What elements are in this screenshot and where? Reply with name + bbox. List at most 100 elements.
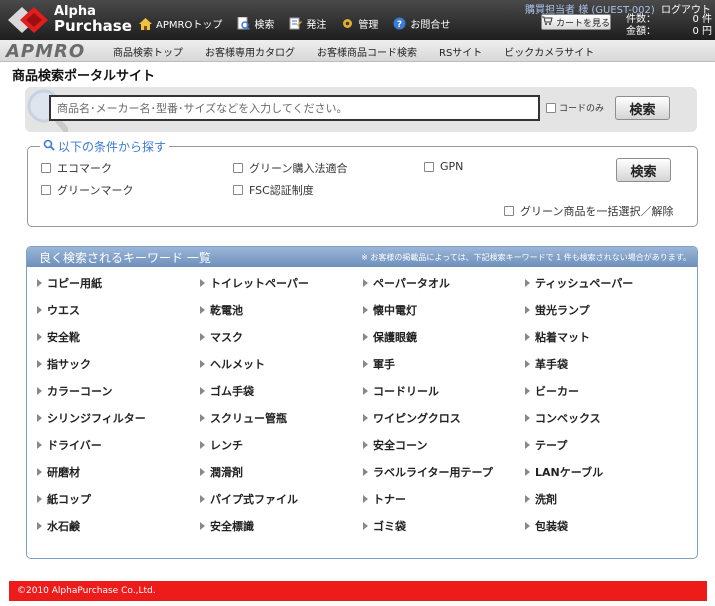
keyword-link[interactable]: スクリュー管瓶 xyxy=(200,410,287,426)
keyword-link[interactable]: 安全靴 xyxy=(37,329,80,345)
triangle-right-icon xyxy=(363,333,368,341)
condition-gpn[interactable]: GPN xyxy=(424,160,463,173)
subnav-customer-code-search[interactable]: お客様商品コード検索 xyxy=(317,44,417,59)
keyword-link[interactable]: トナー xyxy=(363,491,406,507)
logo-mark-icon xyxy=(8,7,48,33)
keyword-link[interactable]: 安全コーン xyxy=(363,437,427,453)
keyword-label: カラーコーン xyxy=(47,385,113,398)
triangle-right-icon xyxy=(525,495,530,503)
search-button[interactable]: 検索 xyxy=(615,96,670,120)
keyword-label: ウエス xyxy=(47,304,80,317)
code-only-checkbox[interactable]: コードのみ xyxy=(546,101,604,114)
keyword-label: 蛍光ランプ xyxy=(535,304,590,317)
keyword-link[interactable]: 革手袋 xyxy=(525,356,568,372)
keyword-link[interactable]: 蛍光ランプ xyxy=(525,302,590,318)
keyword-link[interactable]: 軍手 xyxy=(363,356,395,372)
triangle-right-icon xyxy=(37,414,42,422)
search-input[interactable] xyxy=(49,95,540,121)
keyword-link[interactable]: シリンジフィルター xyxy=(37,410,146,426)
green-select-all[interactable]: グリーン商品を一括選択／解除 xyxy=(504,203,673,219)
keyword-link[interactable]: ゴム手袋 xyxy=(200,383,254,399)
keyword-link[interactable]: ゴミ袋 xyxy=(363,518,406,534)
triangle-right-icon xyxy=(37,306,42,314)
keyword-link[interactable]: 洗剤 xyxy=(525,491,557,507)
cart-count: 0 件 xyxy=(692,14,712,25)
logo-line2: Purchase xyxy=(54,17,132,35)
keyword-link[interactable]: 紙コップ xyxy=(37,491,91,507)
gpn-checkbox[interactable] xyxy=(424,161,434,172)
keyword-link[interactable]: コピー用紙 xyxy=(37,275,102,291)
condition-ecomark[interactable]: エコマーク xyxy=(41,160,112,176)
subnav-rs-site[interactable]: RSサイト xyxy=(439,44,482,59)
keyword-link[interactable]: 粘着マット xyxy=(525,329,590,345)
cart-summary: 件数： 0 件 金額： 0 円 xyxy=(626,14,712,37)
nav-contact[interactable]: ? お問合せ xyxy=(392,16,450,31)
condition-fsc[interactable]: FSC認証制度 xyxy=(233,182,314,198)
keyword-link[interactable]: テープ xyxy=(525,437,567,453)
subnav-product-search-top[interactable]: 商品検索トップ xyxy=(113,44,183,59)
svg-text:?: ? xyxy=(397,20,402,30)
green-select-all-checkbox[interactable] xyxy=(504,206,514,216)
keyword-link[interactable]: 水石鹸 xyxy=(37,518,80,534)
conditions-search-button[interactable]: 検索 xyxy=(616,158,671,182)
triangle-right-icon xyxy=(37,441,42,449)
nav-apmro-top[interactable]: APMROトップ xyxy=(138,16,222,31)
subnav-customer-catalog[interactable]: お客様専用カタログ xyxy=(205,44,295,59)
keyword-link[interactable]: カラーコーン xyxy=(37,383,112,399)
triangle-right-icon xyxy=(363,387,368,395)
condition-greenmark[interactable]: グリーンマーク xyxy=(41,182,133,198)
cart-icon xyxy=(542,16,553,28)
keyword-link[interactable]: ペーパータオル xyxy=(363,275,450,291)
triangle-right-icon xyxy=(37,495,42,503)
keyword-link[interactable]: 懐中電灯 xyxy=(363,302,417,318)
keyword-link[interactable]: 包装袋 xyxy=(525,518,568,534)
keyword-label: スクリュー管瓶 xyxy=(210,412,287,425)
keyword-link[interactable]: LANケーブル xyxy=(525,464,603,480)
code-only-check-box[interactable] xyxy=(546,102,556,113)
nav-order[interactable]: 発注 xyxy=(288,16,326,31)
home-icon xyxy=(138,17,152,31)
keyword-link[interactable]: マスク xyxy=(200,329,243,345)
keyword-link[interactable]: ビーカー xyxy=(525,383,579,399)
triangle-right-icon xyxy=(200,306,205,314)
keyword-label: 安全靴 xyxy=(47,331,80,344)
keyword-label: 革手袋 xyxy=(535,358,568,371)
keyword-link[interactable]: ワイピングクロス xyxy=(363,410,461,426)
keyword-link[interactable]: 指サック xyxy=(37,356,91,372)
green-purchase-law-checkbox[interactable] xyxy=(233,163,243,173)
triangle-right-icon xyxy=(525,468,530,476)
keyword-link[interactable]: パイプ式ファイル xyxy=(200,491,298,507)
nav-manage[interactable]: 管理 xyxy=(340,16,378,31)
keyword-label: 懐中電灯 xyxy=(373,304,417,317)
keyword-label: ゴム手袋 xyxy=(210,385,254,398)
keyword-label: レンチ xyxy=(210,439,243,452)
keyword-link[interactable]: ヘルメット xyxy=(200,356,265,372)
subnav-biccamera-site[interactable]: ビックカメラサイト xyxy=(504,44,594,59)
keyword-link[interactable]: コンベックス xyxy=(525,410,601,426)
keyword-link[interactable]: ラベルライター用テープ xyxy=(363,464,493,480)
keyword-link[interactable]: レンチ xyxy=(200,437,243,453)
triangle-right-icon xyxy=(37,468,42,476)
keyword-link[interactable]: 研磨材 xyxy=(37,464,80,480)
keyword-link[interactable]: 保護眼鏡 xyxy=(363,329,417,345)
keyword-link[interactable]: ティッシュペーパー xyxy=(525,275,633,291)
keyword-link[interactable]: ドライバー xyxy=(37,437,102,453)
nav-search[interactable]: 検索 xyxy=(236,16,274,31)
keyword-label: コンベックス xyxy=(535,412,601,425)
greenmark-checkbox[interactable] xyxy=(41,185,51,195)
keyword-link[interactable]: 安全標識 xyxy=(200,518,254,534)
keyword-link[interactable]: トイレットペーパー xyxy=(200,275,309,291)
alpha-purchase-logo[interactable]: Alpha Purchase xyxy=(4,3,132,37)
keyword-link[interactable]: 乾電池 xyxy=(200,302,243,318)
fsc-checkbox[interactable] xyxy=(233,185,243,195)
condition-green-purchase-law[interactable]: グリーン購入法適合 xyxy=(233,160,347,176)
view-cart-button[interactable]: カートを見る xyxy=(541,14,611,30)
apmro-logo[interactable]: APMRO xyxy=(6,41,85,62)
keyword-label: 潤滑剤 xyxy=(210,466,243,479)
keyword-link[interactable]: 潤滑剤 xyxy=(200,464,243,480)
keyword-label: ペーパータオル xyxy=(373,277,450,290)
triangle-right-icon xyxy=(525,414,530,422)
ecomark-checkbox[interactable] xyxy=(41,163,51,173)
keyword-link[interactable]: コードリール xyxy=(363,383,439,399)
keyword-link[interactable]: ウエス xyxy=(37,302,80,318)
